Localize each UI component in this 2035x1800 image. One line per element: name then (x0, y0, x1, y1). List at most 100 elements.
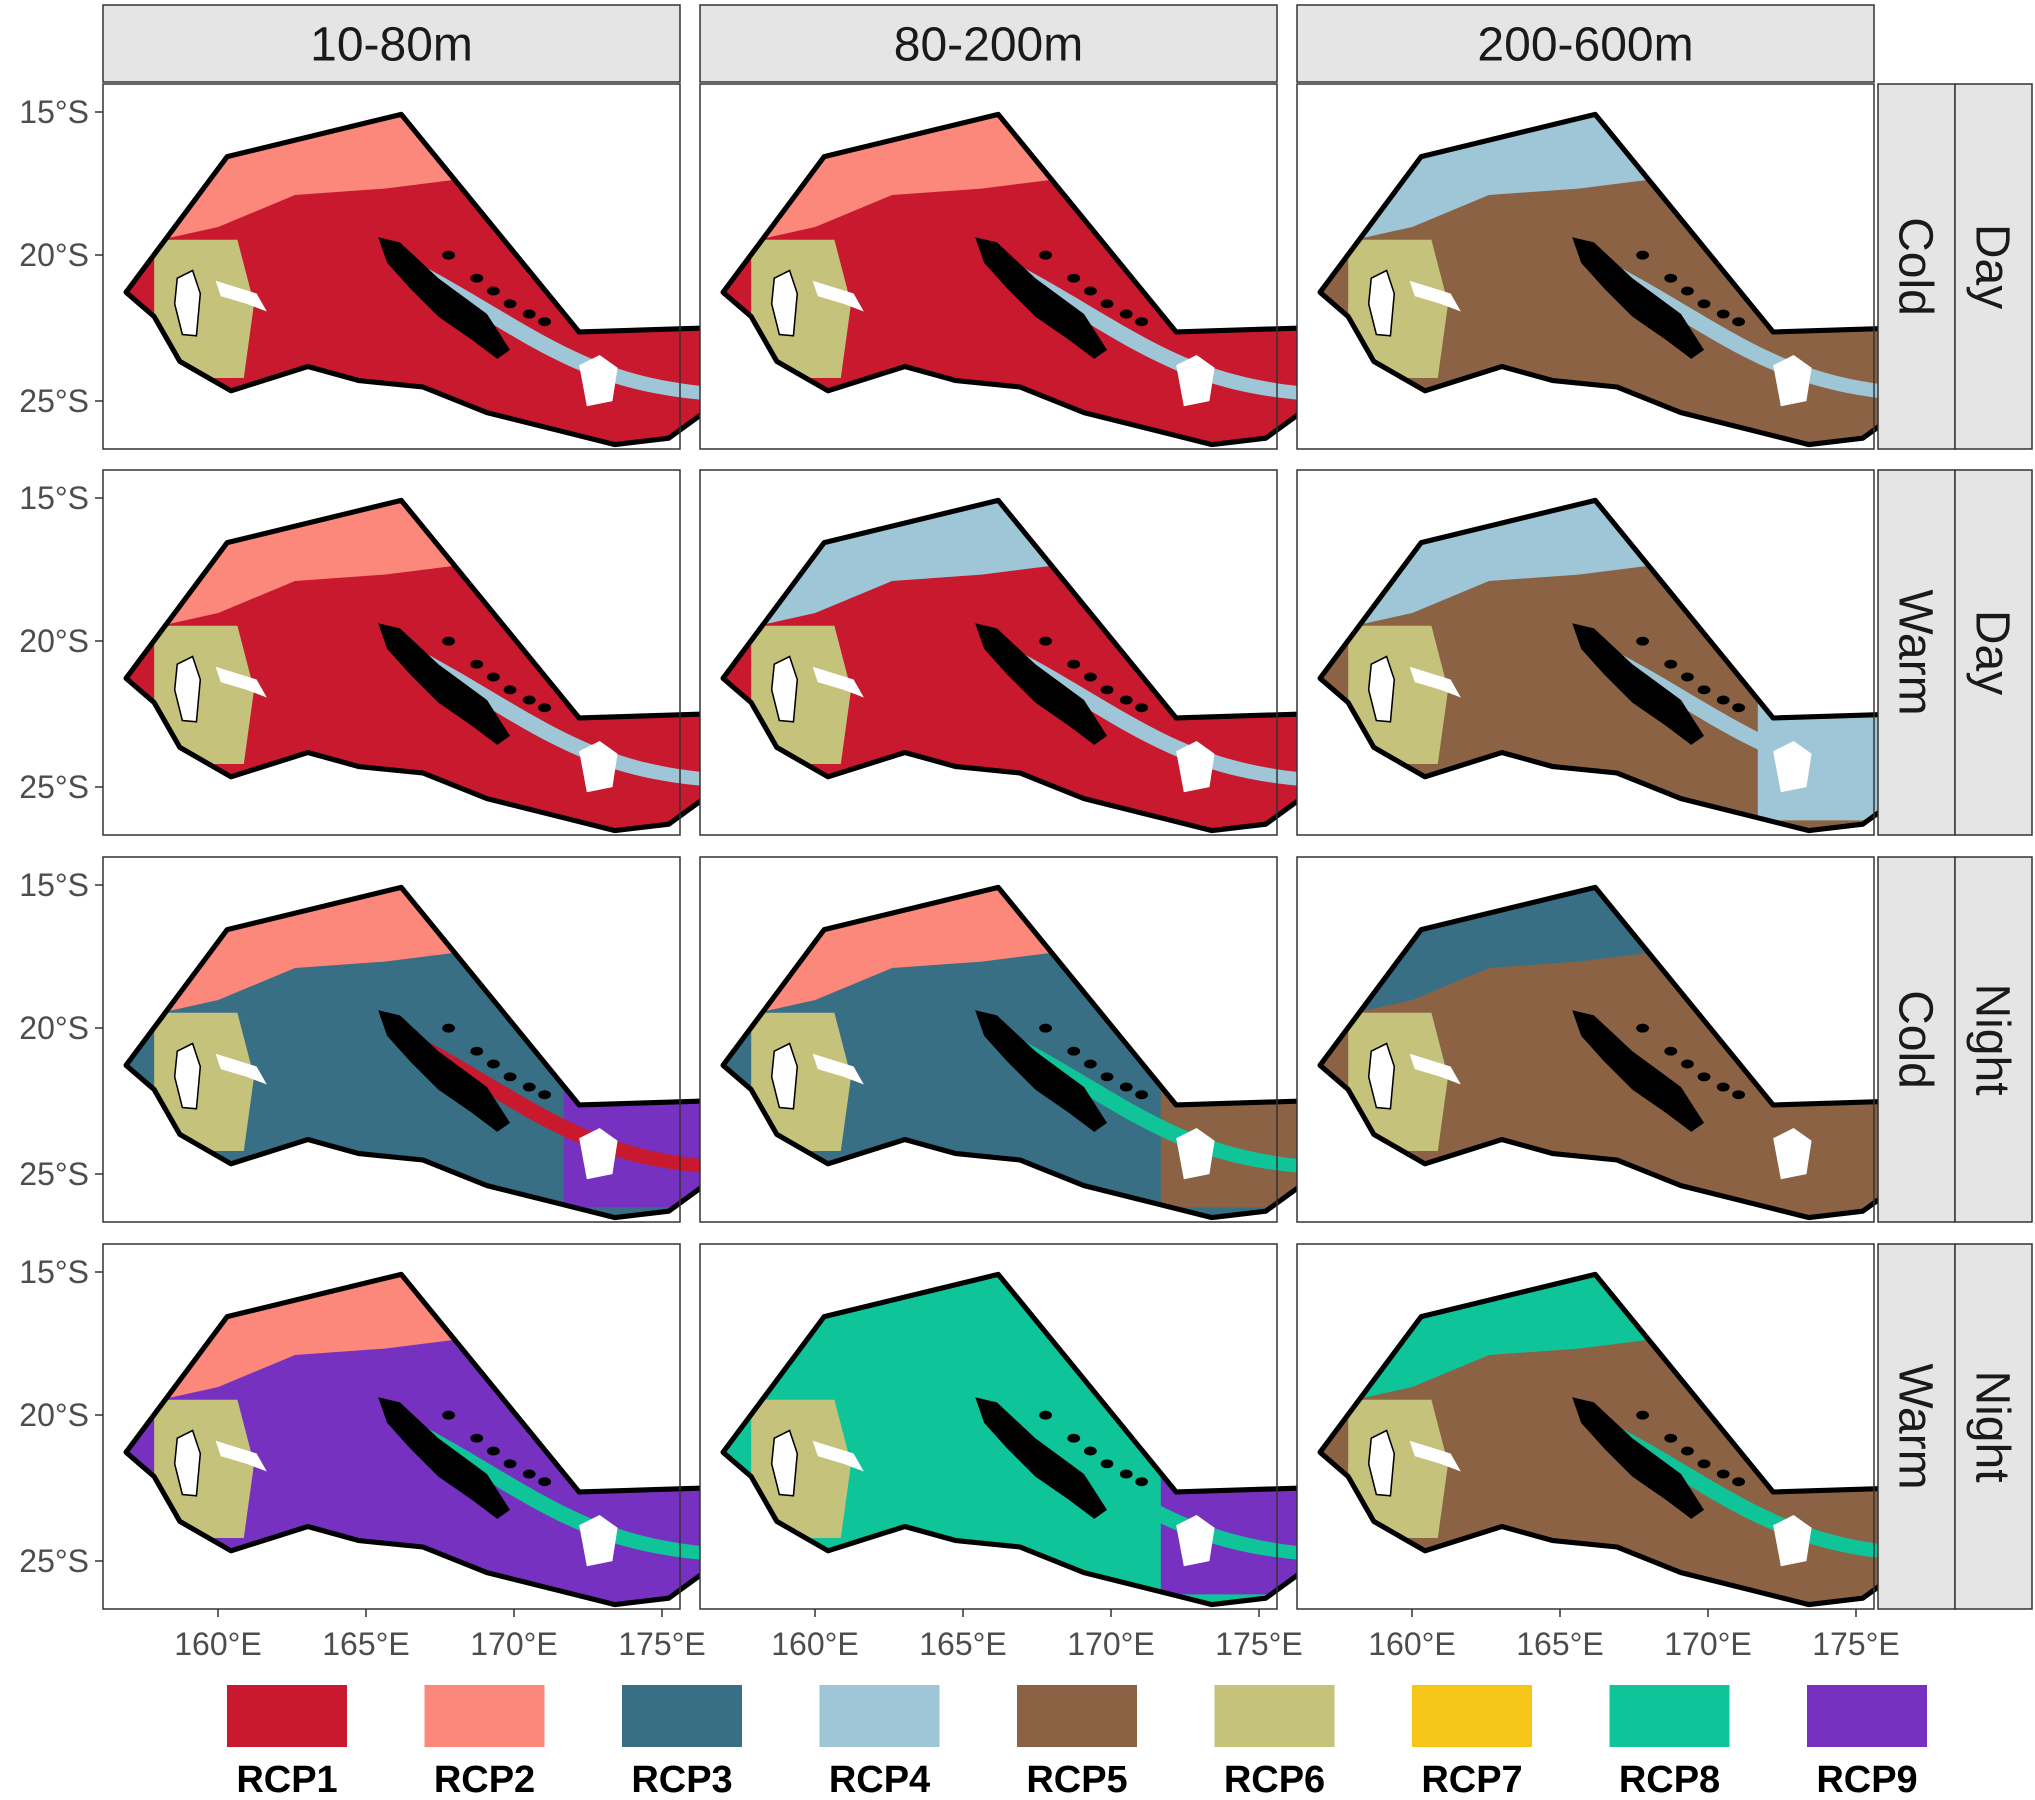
small-island (1636, 250, 1649, 260)
period-strip-label: Day (1966, 224, 2019, 309)
small-island (1039, 636, 1052, 646)
small-island (522, 309, 536, 319)
small-island (1100, 1072, 1114, 1082)
y-tick-label: 25°S (19, 769, 89, 805)
small-island (1681, 672, 1694, 682)
x-tick-label: 170°E (1664, 1626, 1752, 1662)
legend-label: RCP4 (829, 1759, 930, 1800)
y-tick-label: 25°S (19, 1543, 89, 1579)
small-island (1664, 659, 1678, 669)
season-strip-label: Cold (1889, 990, 1942, 1089)
small-island (1100, 685, 1114, 695)
small-island (1084, 1446, 1097, 1456)
y-tick-label: 20°S (19, 237, 89, 273)
small-island (1664, 273, 1678, 283)
small-island (538, 1090, 551, 1100)
small-island (1039, 250, 1052, 260)
small-island (1716, 309, 1730, 319)
legend-swatch (1807, 1685, 1927, 1747)
panels-layer (102, 83, 2012, 1610)
small-island (1119, 309, 1133, 319)
legend-label: RCP7 (1421, 1759, 1522, 1800)
y-tick-label: 25°S (19, 1156, 89, 1192)
small-island (487, 1446, 500, 1456)
period-strip-label: Night (1966, 983, 2019, 1095)
small-island (522, 1469, 536, 1479)
small-island (1716, 1082, 1730, 1092)
legend-swatch (819, 1685, 940, 1747)
small-island (1084, 672, 1097, 682)
small-island (1067, 1046, 1081, 1056)
y-tick-label: 15°S (19, 94, 89, 130)
small-island (1681, 286, 1694, 296)
small-island (442, 1023, 455, 1033)
x-tick-label: 165°E (322, 1626, 410, 1662)
column-strip-label: 200-600m (1477, 19, 1693, 72)
small-island (1119, 1469, 1133, 1479)
x-tick-label: 170°E (1067, 1626, 1155, 1662)
y-tick-label: 25°S (19, 383, 89, 419)
period-strip-label: Day (1966, 610, 2019, 695)
column-strip-label: 80-200m (894, 19, 1083, 72)
small-island (538, 703, 551, 713)
legend-swatch (622, 1685, 742, 1747)
small-island (470, 1433, 484, 1443)
legend-label: RCP5 (1026, 1759, 1127, 1800)
small-island (1636, 636, 1649, 646)
small-island (503, 1072, 517, 1082)
legend-swatch (424, 1685, 545, 1747)
small-island (1716, 695, 1730, 705)
season-strip-label: Warm (1889, 589, 1942, 715)
legend-swatch (1412, 1685, 1532, 1747)
small-island (538, 1477, 551, 1487)
legend-label: RCP2 (434, 1759, 535, 1800)
small-island (1636, 1410, 1649, 1420)
small-island (1664, 1433, 1678, 1443)
y-tick-label: 15°S (19, 480, 89, 516)
x-tick-label: 160°E (174, 1626, 262, 1662)
legend-label: RCP6 (1224, 1759, 1325, 1800)
small-island (1681, 1059, 1694, 1069)
legend-swatch (227, 1685, 347, 1747)
legend-swatch (1609, 1685, 1730, 1747)
small-island (487, 286, 500, 296)
x-tick-label: 175°E (1812, 1626, 1900, 1662)
column-strip-label: 10-80m (310, 19, 473, 72)
small-island (1636, 1023, 1649, 1033)
small-island (1697, 1459, 1711, 1469)
legend-label: RCP3 (631, 1759, 732, 1800)
small-island (1084, 1059, 1097, 1069)
x-tick-label: 170°E (470, 1626, 558, 1662)
y-tick-label: 20°S (19, 623, 89, 659)
small-island (522, 1082, 536, 1092)
x-tick-label: 175°E (1215, 1626, 1303, 1662)
x-tick-label: 160°E (1368, 1626, 1456, 1662)
small-island (1664, 1046, 1678, 1056)
small-island (487, 1059, 500, 1069)
small-island (1119, 1082, 1133, 1092)
legend-swatch (1017, 1685, 1137, 1747)
legend-label: RCP1 (236, 1759, 337, 1800)
small-island (1716, 1469, 1730, 1479)
small-island (1067, 273, 1081, 283)
small-island (1039, 1410, 1052, 1420)
small-island (1135, 1090, 1148, 1100)
y-tick-label: 20°S (19, 1010, 89, 1046)
small-island (1039, 1023, 1052, 1033)
small-island (470, 273, 484, 283)
small-island (1697, 685, 1711, 695)
small-island (503, 685, 517, 695)
small-island (522, 695, 536, 705)
legend-label: RCP8 (1619, 1759, 1720, 1800)
small-island (503, 299, 517, 309)
small-island (1135, 317, 1148, 327)
legend: RCP1 RCP2 RCP3 RCP4 RCP5 RCP6 RCP7 RCP8 RCP9 (227, 1685, 1927, 1800)
legend-swatch (1214, 1685, 1335, 1747)
small-island (442, 1410, 455, 1420)
x-tick-label: 175°E (618, 1626, 706, 1662)
small-island (487, 672, 500, 682)
period-strip-label: Night (1966, 1370, 2019, 1482)
small-island (442, 250, 455, 260)
small-island (1067, 1433, 1081, 1443)
legend-label: RCP9 (1816, 1759, 1917, 1800)
